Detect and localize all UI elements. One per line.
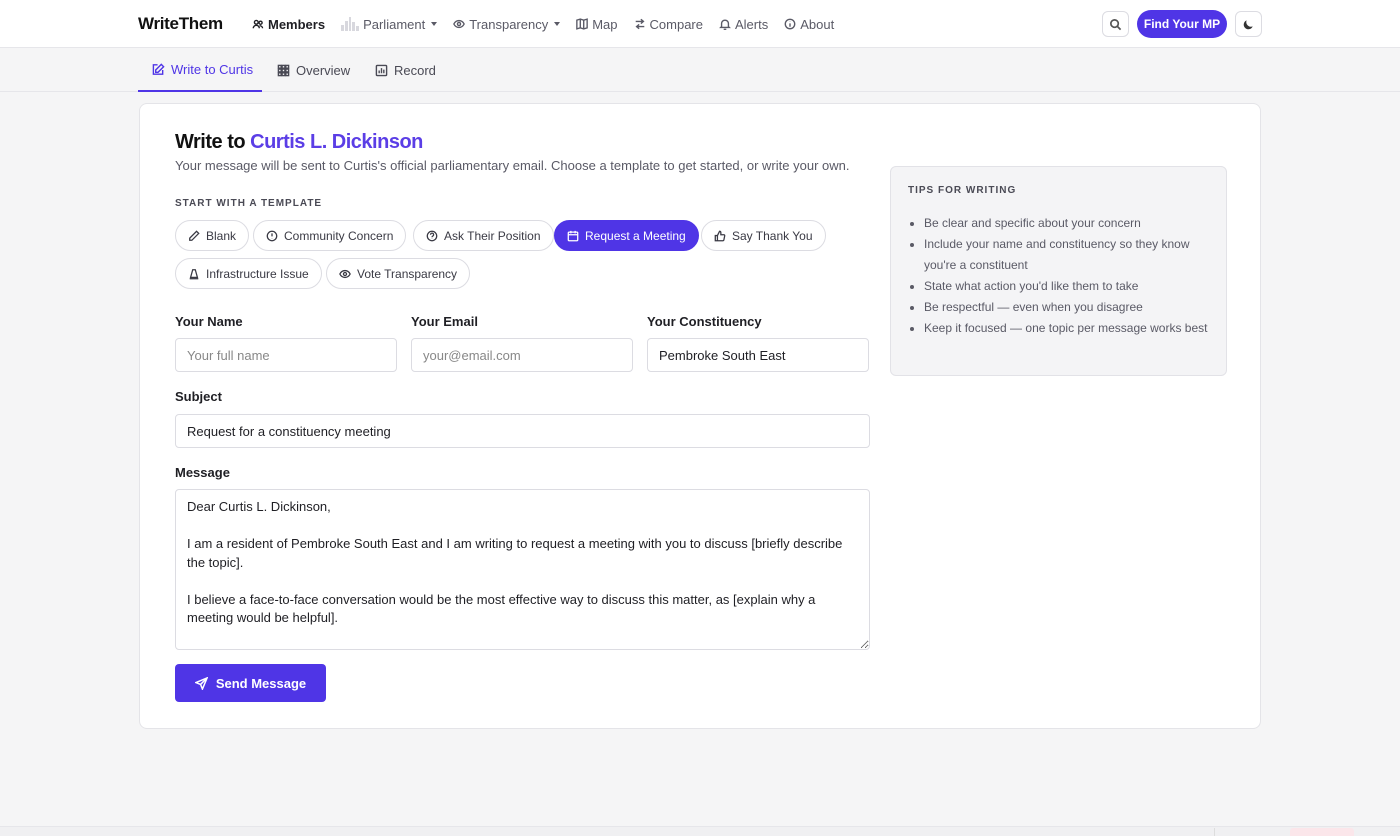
nav-alerts-label: Alerts [734, 16, 769, 32]
nav-map[interactable]: Map [576, 16, 618, 32]
mp-name: Curtis L. Dickinson [250, 131, 423, 153]
chart-icon [375, 64, 388, 76]
email-label: Your Email [411, 314, 478, 329]
main-nav: Members Parliament Transparency Map Comp… [252, 0, 850, 48]
email-input[interactable] [411, 338, 633, 372]
thumbs-up-icon [714, 230, 726, 241]
nav-parliament-label: Parliament [363, 16, 426, 32]
template-request-meeting[interactable]: Request a Meeting [554, 220, 699, 251]
template-community-concern[interactable]: Community Concern [253, 220, 407, 251]
chevron-down-icon [554, 22, 561, 26]
subject-label: Subject [175, 389, 222, 404]
template-section-label: START WITH A TEMPLATE [175, 198, 323, 209]
eye-icon [453, 19, 466, 29]
subject-input[interactable] [175, 414, 870, 448]
tab-record[interactable]: Record [375, 48, 436, 92]
tips-title: TIPS FOR WRITING [908, 185, 1017, 196]
moon-icon [1243, 19, 1253, 29]
message-textarea[interactable]: Dear Curtis L. Dickinson, I am a residen… [175, 489, 870, 650]
tip-item: Keep it focused — one topic per message … [924, 318, 1214, 339]
users-icon [252, 19, 264, 29]
send-message-button[interactable]: Send Message [175, 664, 326, 702]
find-your-mp-button[interactable]: Find Your MP [1137, 10, 1227, 38]
parliament-icon [341, 17, 360, 31]
edit-icon [152, 62, 165, 75]
nav-alerts[interactable]: Alerts [719, 17, 768, 32]
page-title: Write to Curtis L. Dickinson [175, 131, 423, 154]
message-label: Message [175, 465, 230, 480]
constituency-input[interactable] [647, 338, 869, 372]
alert-circle-icon [266, 230, 278, 241]
chevron-down-icon [431, 22, 438, 26]
tab-record-label: Record [394, 62, 436, 78]
tip-item: Be respectful — even when you disagree [924, 297, 1214, 318]
template-community-label: Community Concern [284, 228, 394, 243]
question-icon [426, 230, 438, 241]
nav-compare-label: Compare [649, 16, 703, 32]
footer-divider [1214, 828, 1215, 836]
brand-logo[interactable]: WriteThem [138, 14, 223, 34]
search-button[interactable] [1102, 11, 1129, 37]
name-input[interactable] [175, 338, 397, 372]
grid-icon [277, 64, 290, 76]
page-subtitle: Your message will be sent to Curtis's of… [175, 158, 850, 173]
template-infrastructure[interactable]: Infrastructure Issue [175, 258, 322, 289]
title-prefix: Write to [175, 131, 251, 153]
footer-strip [0, 826, 1400, 836]
nav-about[interactable]: About [784, 17, 834, 32]
cone-icon [189, 268, 199, 279]
eye-icon [339, 269, 351, 278]
tips-panel: TIPS FOR WRITING Be clear and specific a… [890, 166, 1227, 376]
nav-transparency-label: Transparency [469, 16, 549, 32]
tips-list: Be clear and specific about your concern… [924, 213, 1214, 339]
tip-item: Include your name and constituency so th… [924, 234, 1214, 276]
tab-overview-label: Overview [296, 62, 351, 78]
nav-members-label: Members [268, 16, 326, 32]
template-vote-transparency[interactable]: Vote Transparency [326, 258, 471, 289]
template-vote-label: Vote Transparency [357, 266, 458, 281]
template-infrastructure-label: Infrastructure Issue [206, 266, 309, 281]
tab-overview[interactable]: Overview [277, 48, 350, 92]
top-navbar: WriteThem Members Parliament Transparenc… [0, 0, 1400, 48]
nav-parliament[interactable]: Parliament [341, 16, 438, 32]
template-meeting-label: Request a Meeting [585, 228, 686, 243]
name-label: Your Name [175, 314, 243, 329]
mp-subnav: Write to Curtis Overview Record [0, 48, 1400, 92]
nav-members[interactable]: Members [252, 17, 325, 32]
footer-badge [1290, 828, 1354, 836]
map-icon [576, 18, 589, 30]
nav-map-label: Map [592, 16, 618, 32]
nav-about-label: About [800, 16, 835, 32]
search-icon [1110, 18, 1122, 30]
template-say-thanks[interactable]: Say Thank You [701, 220, 826, 251]
tab-write-label: Write to Curtis [171, 61, 254, 77]
compare-arrows-icon [635, 18, 645, 30]
calendar-icon [567, 230, 579, 241]
constituency-label: Your Constituency [647, 314, 762, 329]
template-ask-position[interactable]: Ask Their Position [413, 220, 554, 251]
template-thanks-label: Say Thank You [732, 228, 813, 243]
tip-item: State what action you'd like them to tak… [924, 276, 1214, 297]
tab-write[interactable]: Write to Curtis [138, 48, 262, 92]
template-ask-label: Ask Their Position [444, 228, 541, 243]
template-blank[interactable]: Blank [175, 220, 250, 251]
pencil-icon [189, 229, 200, 241]
send-message-label: Send Message [215, 675, 307, 691]
template-blank-label: Blank [206, 228, 237, 243]
nav-transparency[interactable]: Transparency [453, 16, 561, 32]
dark-mode-toggle[interactable] [1235, 11, 1262, 37]
write-card: Write to Curtis L. Dickinson Your messag… [139, 103, 1261, 729]
info-icon [784, 18, 796, 30]
send-icon [194, 676, 208, 690]
bell-icon [719, 19, 731, 30]
nav-compare[interactable]: Compare [634, 17, 703, 32]
tip-item: Be clear and specific about your concern [924, 213, 1214, 234]
